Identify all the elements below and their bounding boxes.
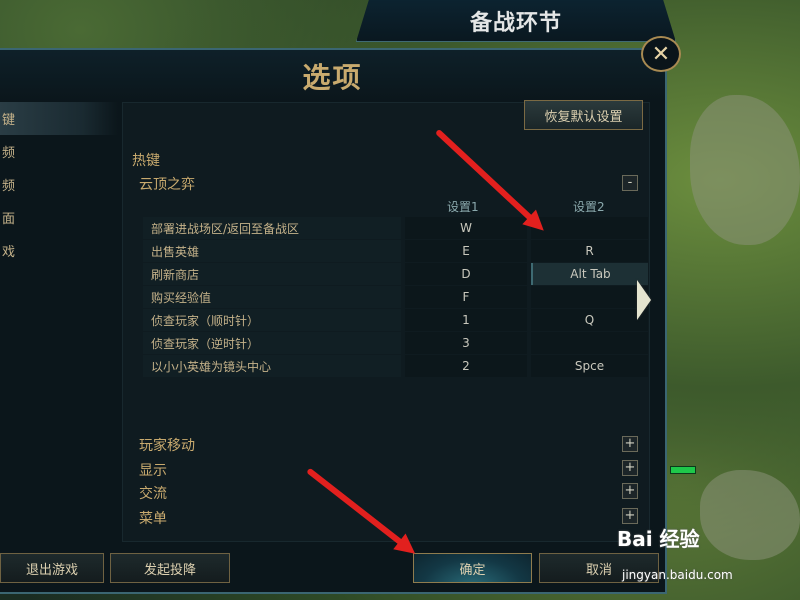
hotkey-slot-1[interactable]: D (405, 263, 527, 285)
hotkey-slot-1[interactable]: 1 (405, 309, 527, 331)
sidebar-item-hotkeys[interactable]: 键 (0, 102, 118, 135)
expand-button-player-movement[interactable]: + (622, 436, 638, 452)
hotkey-label: 购买经验值 (151, 291, 212, 305)
sidebar-item-label: 频 (2, 179, 16, 194)
hotkey-slot-2[interactable]: Spce (531, 355, 648, 377)
expand-button-communication[interactable]: + (622, 483, 638, 499)
sidebar-item-label: 戏 (2, 245, 16, 260)
quit-game-button[interactable]: 退出游戏 (0, 553, 104, 583)
sidebar-item-label: 面 (2, 212, 16, 227)
hotkey-label: 以小小英雄为镜头中心 (151, 360, 272, 374)
hotkey-label: 侦查玩家（顺时针） (151, 314, 260, 328)
window-title: 选项 (302, 61, 363, 94)
hotkey-slot-1[interactable]: 2 (405, 355, 527, 377)
reset-defaults-button[interactable]: 恢复默认设置 (524, 100, 643, 130)
table-header: 设置1 设置2 (143, 194, 648, 216)
sidebar-item-game[interactable]: 戏 (0, 234, 118, 267)
hotkey-slot-1[interactable]: W (405, 217, 527, 239)
watermark-logo: Bai 经验 (617, 527, 700, 551)
hotkey-panel: 恢复默认设置 热键 云顶之弈 - 设置1 设置2 部署进战场区/返回至备战区 W… (122, 100, 650, 542)
hotkey-label: 刷新商店 (151, 268, 200, 282)
sidebar-item-video[interactable]: 频 (0, 168, 118, 201)
hotkey-slot-2[interactable] (531, 332, 648, 354)
table-row: 以小小英雄为镜头中心 2 Spce (143, 355, 648, 377)
hotkey-slot-1[interactable]: 3 (405, 332, 527, 354)
hotkey-slot-1[interactable]: F (405, 286, 527, 308)
column-header-setting1: 设置1 (447, 200, 479, 214)
hotkey-slot-2-selected[interactable]: Alt Tab (531, 263, 648, 285)
expand-button-display[interactable]: + (622, 460, 638, 476)
section-title: 热键 (132, 153, 160, 169)
table-row: 出售英雄 E R (143, 240, 648, 262)
table-row: 部署进战场区/返回至备战区 W (143, 217, 648, 239)
hotkey-label: 部署进战场区/返回至备战区 (151, 222, 300, 236)
close-icon[interactable]: ✕ (641, 36, 681, 72)
table-row: 刷新商店 D Alt Tab (143, 263, 648, 285)
phase-title: 备战环节 (469, 10, 562, 36)
hotkey-label: 出售英雄 (151, 245, 200, 259)
table-row: 侦查玩家（逆时针） 3 (143, 332, 648, 354)
expand-button-menu[interactable]: + (622, 508, 638, 524)
watermark-url: jingyan.baidu.com (622, 568, 733, 582)
group-label-communication[interactable]: 交流 (139, 483, 167, 503)
options-sidebar: 键 频 频 面 戏 (0, 102, 118, 267)
sidebar-item-interface[interactable]: 面 (0, 201, 118, 234)
hotkey-label: 侦查玩家（逆时针） (151, 337, 260, 351)
sidebar-item-label: 键 (2, 113, 16, 128)
health-bar (670, 466, 696, 474)
group-label-display[interactable]: 显示 (139, 460, 167, 480)
collapse-button-tft[interactable]: - (622, 175, 638, 191)
group-label-menu[interactable]: 菜单 (139, 508, 167, 528)
table-row: 购买经验值 F (143, 286, 648, 308)
hotkey-slot-1[interactable]: E (405, 240, 527, 262)
table-row: 侦查玩家（顺时针） 1 Q (143, 309, 648, 331)
sidebar-item-label: 频 (2, 146, 16, 161)
hotkey-slot-2[interactable]: Q (531, 309, 648, 331)
group-label-player-movement[interactable]: 玩家移动 (139, 435, 195, 455)
confirm-button[interactable]: 确定 (413, 553, 532, 583)
sidebar-item-sound[interactable]: 频 (0, 135, 118, 168)
hotkey-slot-2[interactable] (531, 217, 648, 239)
mouse-cursor-icon (637, 280, 651, 320)
group-label-tft[interactable]: 云顶之弈 (139, 174, 195, 194)
surrender-button[interactable]: 发起投降 (110, 553, 230, 583)
hotkey-slot-2[interactable] (531, 286, 648, 308)
column-header-setting2: 设置2 (573, 200, 605, 214)
phase-banner: 备战环节 (356, 0, 676, 42)
title-bar: 选项 (0, 50, 665, 102)
hotkey-slot-2[interactable]: R (531, 240, 648, 262)
options-window: 选项 键 频 频 面 戏 恢复默认设置 热键 云顶之弈 - 设置1 设置2 部署… (0, 48, 667, 594)
